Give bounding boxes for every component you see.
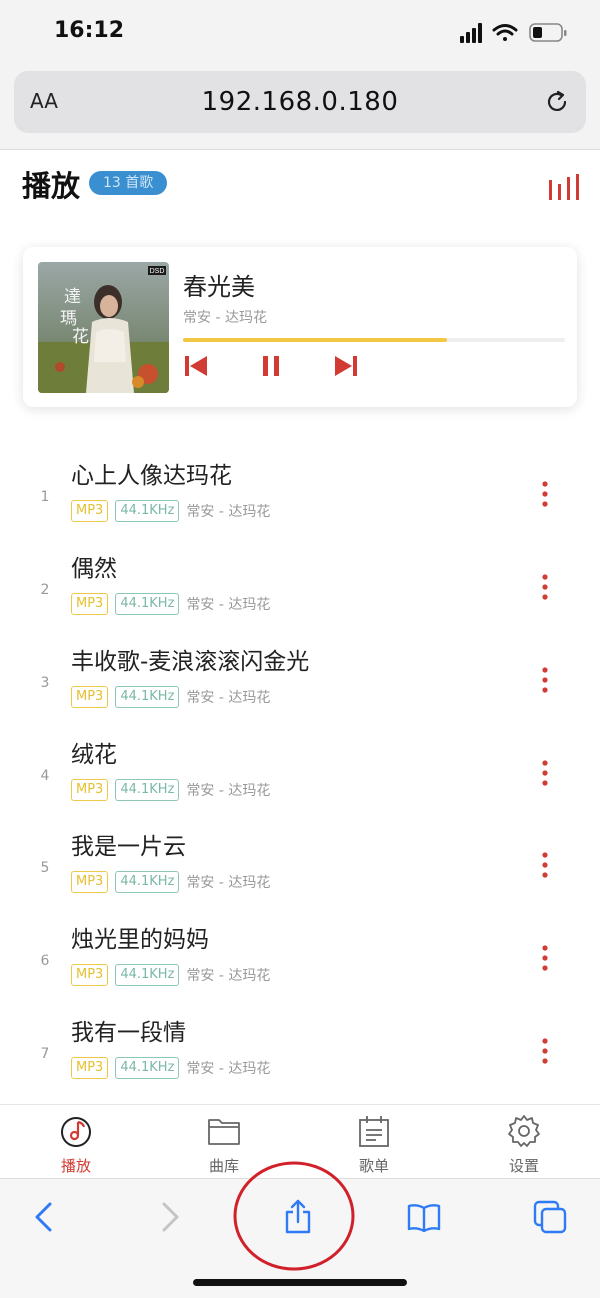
song-index: 7 [40, 1046, 50, 1062]
sample-rate-tag: 44.1KHz [115, 779, 180, 801]
song-index: 1 [40, 489, 50, 505]
format-tag: MP3 [71, 1057, 109, 1079]
music-note-icon [61, 1117, 91, 1147]
song-artist: 常安 - 达玛花 [186, 875, 271, 891]
equalizer-icon[interactable] [548, 174, 582, 200]
song-row[interactable]: 3 丰收歌-麦浪滚滚闪金光 MP3 44.1KHz 常安 - 达玛花 [0, 638, 600, 730]
status-bar: 16:12 [0, 0, 600, 60]
sample-rate-tag: 44.1KHz [115, 871, 180, 893]
sample-rate-tag: 44.1KHz [115, 1057, 180, 1079]
song-title: 烛光里的妈妈 [71, 927, 209, 953]
song-index: 3 [40, 675, 50, 691]
nav-label-play: 播放 [60, 1157, 91, 1175]
gear-icon [508, 1115, 540, 1147]
address-bar[interactable]: AA 192.168.0.180 [14, 71, 586, 133]
pause-icon[interactable] [258, 354, 284, 378]
status-time: 16:12 [54, 18, 125, 43]
nav-label-settings: 设置 [508, 1157, 539, 1175]
now-playing-title: 春光美 [183, 273, 255, 301]
more-options-icon[interactable] [541, 573, 549, 601]
playlist-icon [359, 1116, 389, 1147]
song-row[interactable]: 4 绒花 MP3 44.1KHz 常安 - 达玛花 [0, 731, 600, 823]
song-artist: 常安 - 达玛花 [186, 504, 271, 520]
song-title: 我是一片云 [71, 834, 186, 860]
song-row[interactable]: 1 心上人像达玛花 MP3 44.1KHz 常安 - 达玛花 [0, 452, 600, 544]
bookmarks-icon[interactable] [406, 1199, 442, 1235]
cover-badge: DSD [150, 268, 165, 275]
song-artist: 常安 - 达玛花 [186, 597, 271, 613]
song-artist: 常安 - 达玛花 [186, 690, 271, 706]
previous-icon[interactable] [183, 354, 209, 378]
song-title: 偶然 [71, 556, 117, 582]
song-row[interactable]: 5 我是一片云 MP3 44.1KHz 常安 - 达玛花 [0, 823, 600, 915]
more-options-icon[interactable] [541, 944, 549, 972]
sample-rate-tag: 44.1KHz [115, 500, 180, 522]
wifi-icon [492, 24, 518, 41]
more-options-icon[interactable] [541, 480, 549, 508]
song-row[interactable]: 2 偶然 MP3 44.1KHz 常安 - 达玛花 [0, 545, 600, 637]
home-indicator [193, 1279, 407, 1286]
reload-icon[interactable] [542, 87, 572, 117]
forward-icon[interactable] [152, 1199, 188, 1235]
format-tag: MP3 [71, 686, 109, 708]
more-options-icon[interactable] [541, 759, 549, 787]
tabs-icon[interactable] [532, 1199, 568, 1235]
now-playing-artist: 常安 - 达玛花 [183, 310, 267, 326]
song-title: 绒花 [71, 742, 117, 768]
nav-item-settings[interactable]: 设置 [484, 1113, 564, 1176]
browser-header: AA 192.168.0.180 [0, 60, 600, 150]
album-cover: DSD 達 瑪 花 [38, 262, 169, 393]
song-artist: 常安 - 达玛花 [186, 783, 271, 799]
song-index: 5 [40, 860, 50, 876]
status-icons [460, 23, 567, 43]
svg-text:花: 花 [72, 327, 89, 347]
song-title: 心上人像达玛花 [71, 463, 232, 489]
song-count-badge: 13 首歌 [89, 171, 168, 195]
page-title: 播放 [22, 169, 81, 203]
url-text[interactable]: 192.168.0.180 [14, 87, 586, 117]
sample-rate-tag: 44.1KHz [115, 686, 180, 708]
progress-fill [183, 338, 447, 342]
now-playing-card[interactable]: DSD 達 瑪 花 春光美 常安 - 达玛花 [23, 247, 577, 407]
nav-item-play[interactable]: 播放 [36, 1113, 116, 1176]
song-artist: 常安 - 达玛花 [186, 968, 271, 984]
format-tag: MP3 [71, 593, 109, 615]
back-icon[interactable] [26, 1199, 62, 1235]
next-icon[interactable] [333, 354, 359, 378]
signal-icon [460, 23, 482, 43]
format-tag: MP3 [71, 964, 109, 986]
svg-text:達: 達 [64, 287, 81, 307]
format-tag: MP3 [71, 871, 109, 893]
song-index: 2 [40, 582, 50, 598]
battery-icon [529, 23, 567, 42]
song-title: 丰收歌-麦浪滚滚闪金光 [71, 649, 310, 675]
song-index: 6 [40, 953, 50, 969]
format-tag: MP3 [71, 779, 109, 801]
song-title: 我有一段情 [71, 1020, 186, 1046]
song-artist: 常安 - 达玛花 [186, 1061, 271, 1077]
more-options-icon[interactable] [541, 851, 549, 879]
more-options-icon[interactable] [541, 666, 549, 694]
highlight-circle-annotation [233, 1161, 355, 1271]
more-options-icon[interactable] [541, 1037, 549, 1065]
folder-icon [208, 1119, 240, 1145]
song-row[interactable]: 7 我有一段情 MP3 44.1KHz 常安 - 达玛花 [0, 1009, 600, 1101]
song-index: 4 [40, 768, 50, 784]
progress-bar[interactable] [183, 338, 565, 342]
sample-rate-tag: 44.1KHz [115, 593, 180, 615]
song-row[interactable]: 6 烛光里的妈妈 MP3 44.1KHz 常安 - 达玛花 [0, 916, 600, 1008]
format-tag: MP3 [71, 500, 109, 522]
sample-rate-tag: 44.1KHz [115, 964, 180, 986]
svg-text:瑪: 瑪 [60, 309, 77, 329]
